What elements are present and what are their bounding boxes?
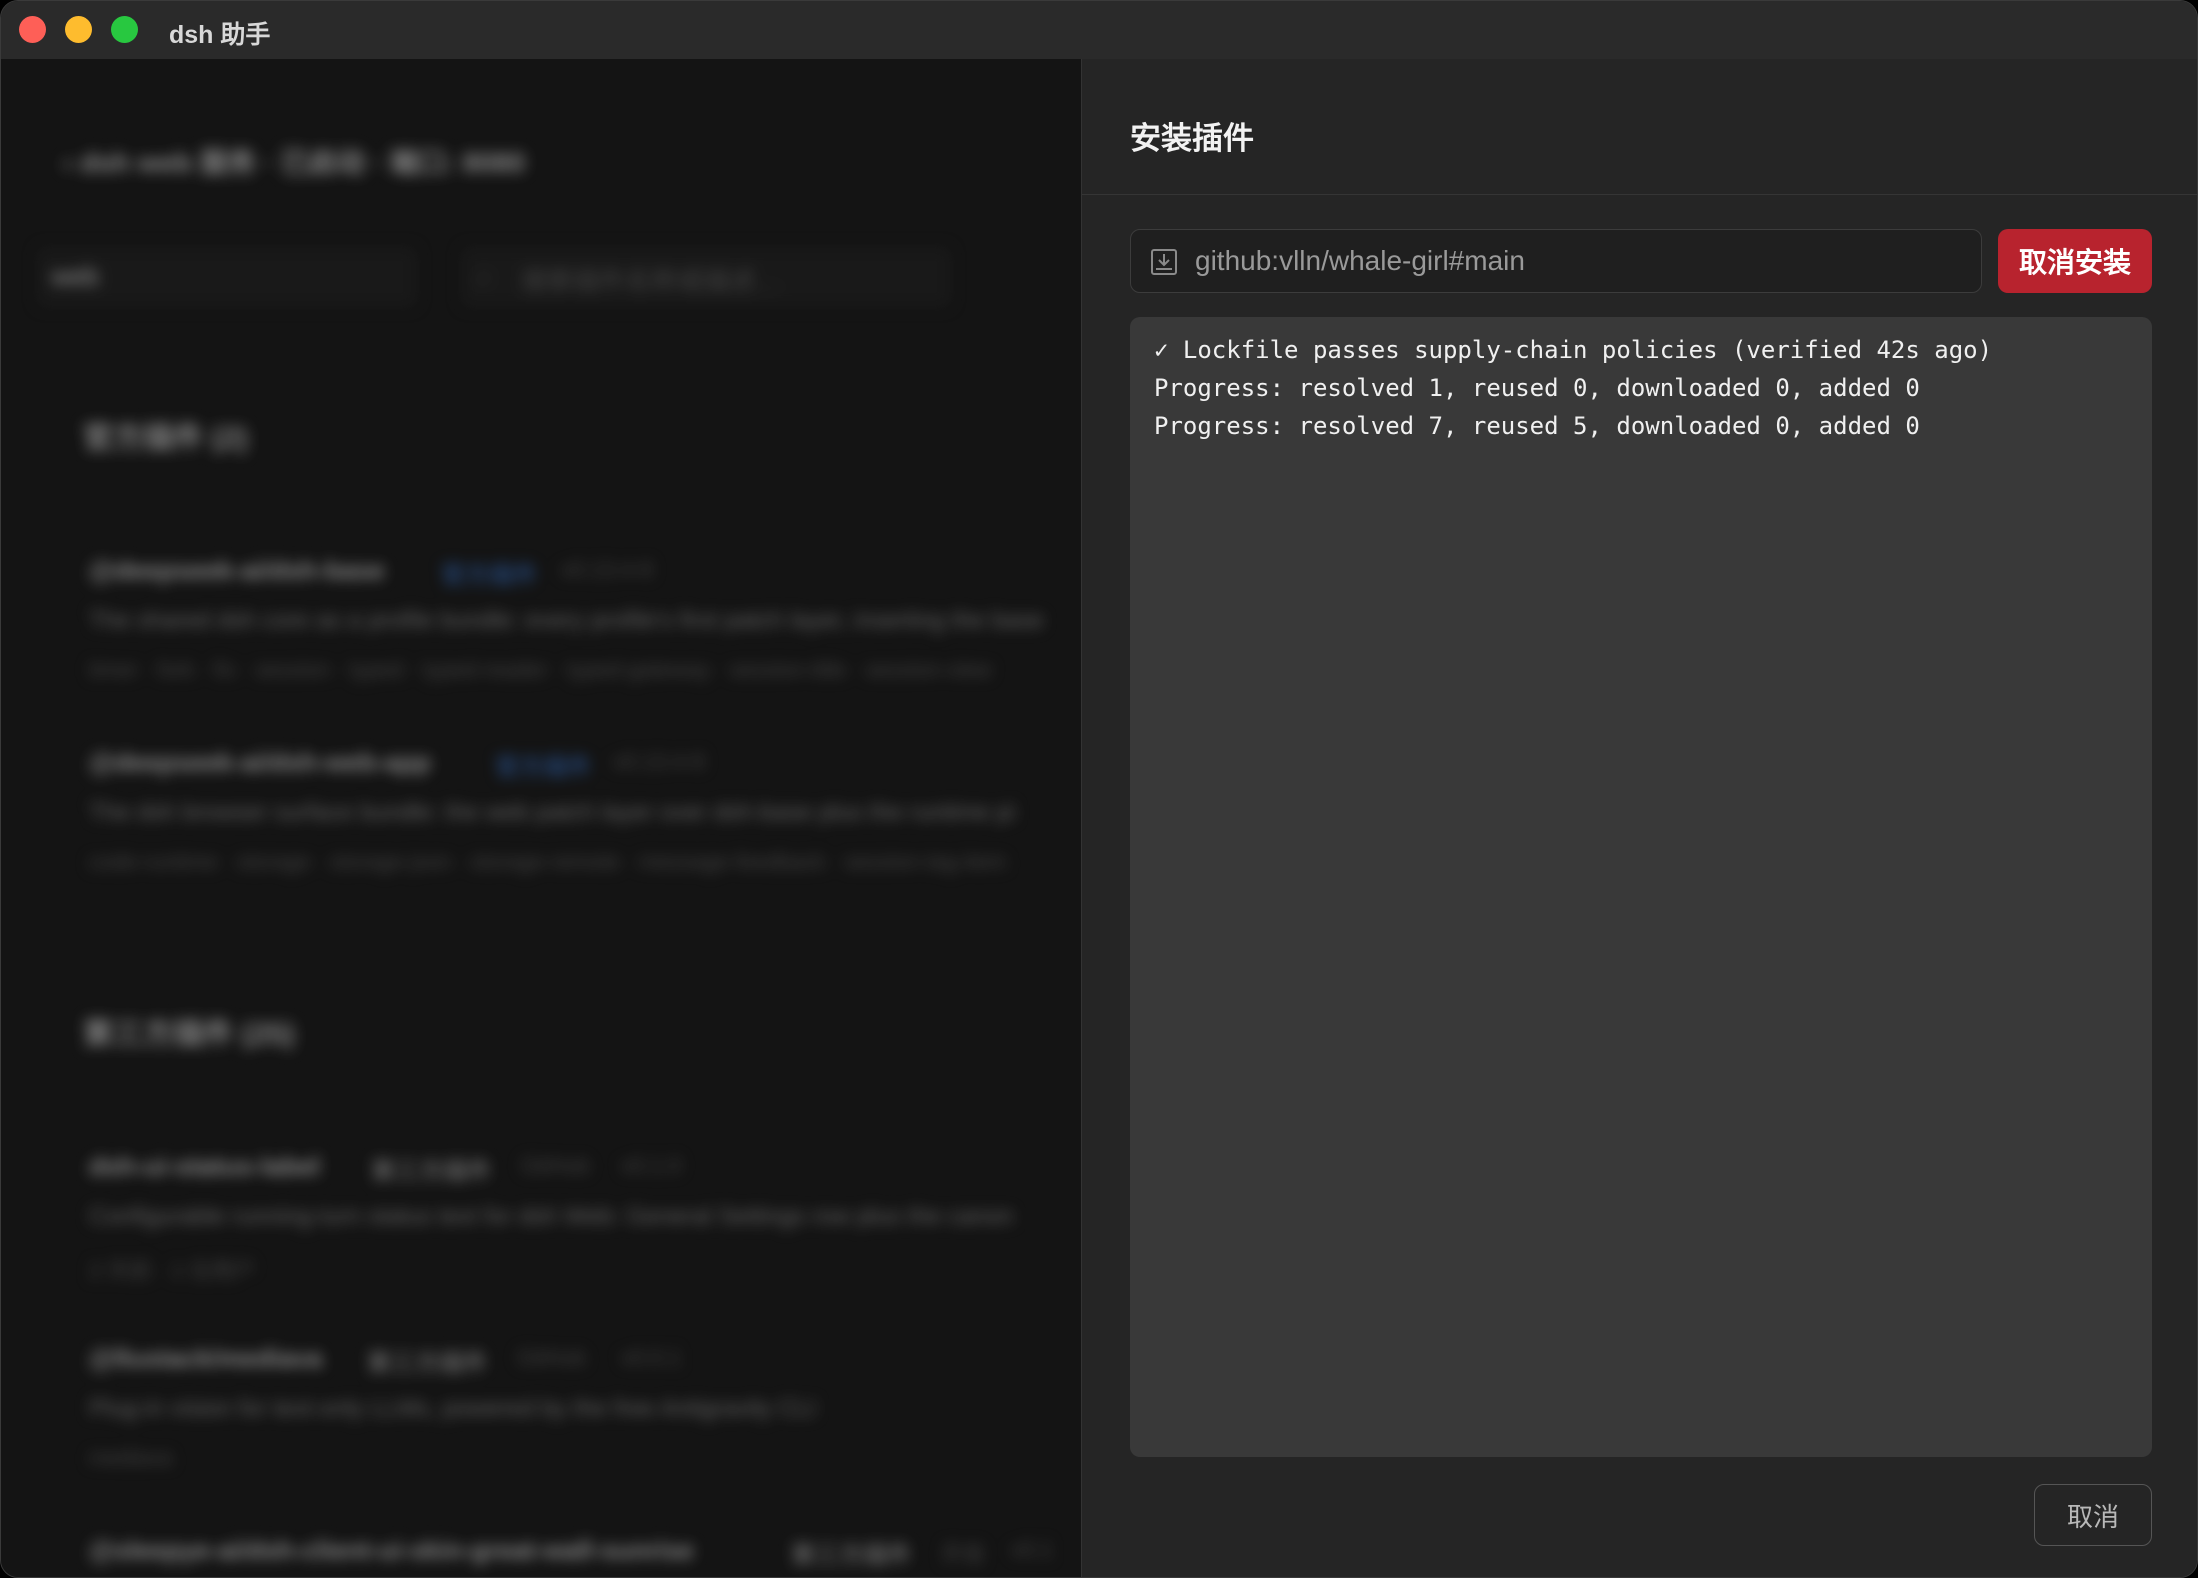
title-bar: dsh 助手 bbox=[1, 1, 2197, 59]
install-plugin-drawer: 安装插件 取消安装 ✓ Lockfile passes supply-chain… bbox=[1081, 59, 2197, 1577]
drawer-title: 安装插件 bbox=[1130, 121, 1254, 156]
cancel-button[interactable]: 取消 bbox=[2034, 1484, 2152, 1546]
modal-backdrop[interactable] bbox=[1, 59, 1081, 1577]
plugin-source-input[interactable] bbox=[1195, 230, 1965, 292]
install-log: ✓ Lockfile passes supply-chain policies … bbox=[1130, 317, 2152, 1457]
log-line: ✓ Lockfile passes supply-chain policies … bbox=[1154, 336, 1993, 364]
window-title: dsh 助手 bbox=[169, 21, 271, 49]
drawer-divider bbox=[1082, 194, 2197, 195]
minimize-window-button[interactable] bbox=[65, 16, 92, 43]
close-window-button[interactable] bbox=[19, 16, 46, 43]
maximize-window-button[interactable] bbox=[111, 16, 138, 43]
plugin-source-input-wrapper bbox=[1130, 229, 1982, 293]
log-line: Progress: resolved 1, reused 0, download… bbox=[1154, 374, 1920, 402]
cancel-install-button[interactable]: 取消安装 bbox=[1998, 229, 2152, 293]
log-line: Progress: resolved 7, reused 5, download… bbox=[1154, 412, 1920, 440]
package-install-icon bbox=[1151, 249, 1177, 275]
app-window: dsh 助手 ‹ dsh web 服务 · 已启动 · 端口: 8080 web… bbox=[0, 0, 2198, 1578]
